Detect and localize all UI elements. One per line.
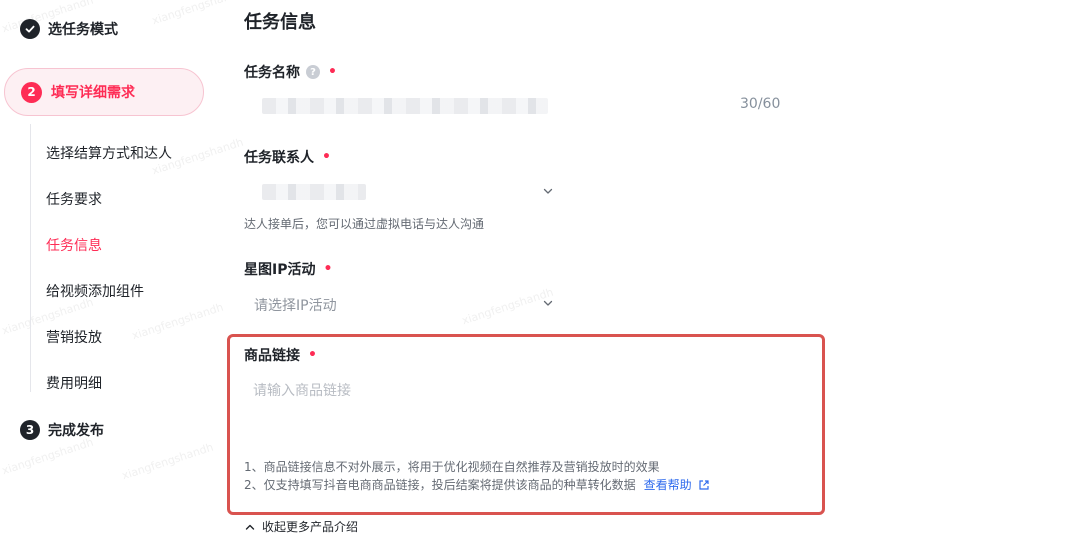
chevron-up-icon xyxy=(245,524,255,530)
chevron-down-icon[interactable] xyxy=(542,297,554,309)
help-link[interactable]: 查看帮助 xyxy=(644,476,710,493)
substep-task-info[interactable]: 任务信息 xyxy=(46,235,102,255)
substep-requirements[interactable]: 任务要求 xyxy=(46,189,102,209)
substep-costs[interactable]: 费用明细 xyxy=(46,373,102,393)
task-name-label: 任务名称 ? • xyxy=(244,62,337,82)
contact-select[interactable] xyxy=(262,184,366,200)
note-text: 1、商品链接信息不对外展示，将用于优化视频在自然推荐及营销投放时的效果 xyxy=(244,460,660,474)
field-label-text: 商品链接 xyxy=(244,348,300,364)
substep-marketing[interactable]: 营销投放 xyxy=(46,327,102,347)
step-label: 完成发布 xyxy=(48,423,104,439)
product-link-note-2: 2、仅支持填写抖音电商商品链接，投后结案将提供该商品的种草转化数据 查看帮助 xyxy=(244,476,710,493)
field-label-text: 星图IP活动 xyxy=(244,262,316,278)
substep-settlement[interactable]: 选择结算方式和达人 xyxy=(46,143,172,163)
contact-label: 任务联系人 • xyxy=(244,147,331,167)
check-icon xyxy=(20,19,40,39)
required-mark: • xyxy=(328,64,337,80)
watermark: xiangfengshandh xyxy=(460,285,555,328)
contact-hint: 达人接单后，您可以通过虚拟电话与达人沟通 xyxy=(244,217,485,231)
step-number: 2 xyxy=(21,81,42,103)
ip-activity-label: 星图IP活动 • xyxy=(244,259,332,279)
watermark: xiangfengshandh xyxy=(120,440,215,483)
substep-video-components[interactable]: 给视频添加组件 xyxy=(46,281,144,301)
field-label-text: 任务联系人 xyxy=(244,150,314,166)
ip-activity-select[interactable]: 请选择IP活动 xyxy=(254,295,337,315)
note-text: 2、仅支持填写抖音电商商品链接，投后结案将提供该商品的种草转化数据 xyxy=(244,478,636,492)
watermark: xiangfengshandh xyxy=(0,435,95,478)
required-mark: • xyxy=(308,347,317,363)
section-title: 任务信息 xyxy=(244,12,316,33)
field-label-text: 任务名称 xyxy=(244,65,300,81)
required-mark: • xyxy=(323,261,333,277)
char-counter: 30/60 xyxy=(740,96,781,112)
step-number: 3 xyxy=(20,420,40,440)
product-link-note-1: 1、商品链接信息不对外展示，将用于优化视频在自然推荐及营销投放时的效果 xyxy=(244,458,660,475)
step-fill-details[interactable]: 2 填写详细需求 xyxy=(4,68,204,116)
step-label: 选任务模式 xyxy=(48,22,118,38)
chevron-down-icon[interactable] xyxy=(542,185,554,197)
collapse-label: 收起更多产品介绍 xyxy=(262,520,359,534)
step-select-mode[interactable]: 选任务模式 xyxy=(20,19,118,39)
step-publish[interactable]: 3 完成发布 xyxy=(20,420,104,440)
task-name-input[interactable] xyxy=(262,98,548,114)
product-link-input[interactable]: 请输入商品链接 xyxy=(253,380,351,400)
required-mark: • xyxy=(322,149,331,165)
watermark: xiangfengshandh xyxy=(130,300,225,343)
product-link-label: 商品链接 • xyxy=(244,345,317,365)
substep-connector xyxy=(30,124,31,392)
collapse-product-intro-button[interactable]: 收起更多产品介绍 xyxy=(244,518,358,535)
help-link-text: 查看帮助 xyxy=(643,478,692,492)
question-icon[interactable]: ? xyxy=(306,65,320,79)
watermark: xiangfengshandh xyxy=(150,0,245,28)
step-label: 填写详细需求 xyxy=(51,85,135,101)
external-link-icon xyxy=(699,479,709,490)
